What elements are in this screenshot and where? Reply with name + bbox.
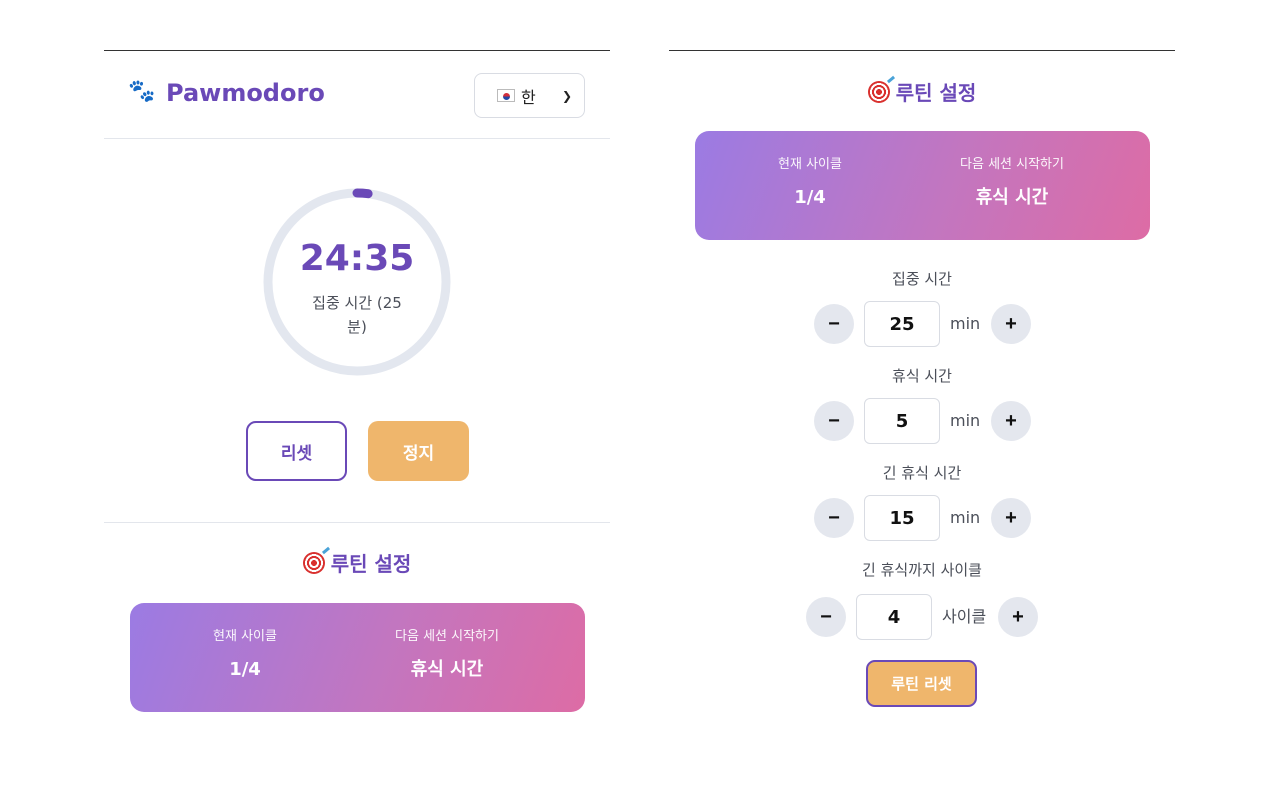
next-session-value: 휴식 시간 (975, 187, 1049, 208)
long-break-duration-input[interactable] (864, 495, 940, 541)
language-select[interactable]: 한 ❯ (474, 73, 585, 118)
current-cycle-value: 1/4 (229, 659, 261, 680)
cycles-until-long-break-label: 긴 휴식까지 사이클 (862, 561, 982, 579)
long-break-increase-button[interactable]: + (991, 498, 1031, 538)
focus-duration-label: 집중 시간 (892, 270, 952, 288)
section-divider (104, 522, 610, 523)
cycles-decrease-button[interactable]: − (806, 597, 846, 637)
timer-time: 24:35 (299, 238, 415, 279)
korea-flag-icon (497, 89, 515, 102)
language-selected-value: 한 (521, 87, 536, 107)
next-session: 다음 세션 시작하기 휴식 시간 (377, 627, 517, 683)
app-header: 🐾 Pawmodoro 한 ❯ (104, 51, 610, 139)
current-cycle-label: 현재 사이클 (778, 157, 842, 172)
break-decrease-button[interactable]: − (814, 401, 854, 441)
app-title: Pawmodoro (166, 79, 325, 107)
current-cycle: 현재 사이클 1/4 (190, 627, 300, 683)
focus-increase-button[interactable]: + (991, 304, 1031, 344)
routine-reset-button[interactable]: 루틴 리셋 (866, 660, 977, 707)
timer-panel: 🐾 Pawmodoro 한 ❯ 24:35 집중 시간 (25 분) 리셋 정지… (104, 50, 610, 750)
long-break-duration-label: 긴 휴식 시간 (882, 464, 962, 482)
break-increase-button[interactable]: + (991, 401, 1031, 441)
cycle-status-card: 현재 사이클 1/4 다음 세션 시작하기 휴식 시간 (695, 131, 1150, 240)
long-break-decrease-button[interactable]: − (814, 498, 854, 538)
routine-settings-panel: 루틴 설정 현재 사이클 1/4 다음 세션 시작하기 휴식 시간 집중 시간 … (669, 50, 1175, 750)
chevron-down-icon: ❯ (561, 89, 572, 103)
long-break-unit-label: min (950, 508, 981, 527)
cycles-input[interactable] (856, 594, 932, 640)
routine-settings-title: 루틴 설정 (669, 79, 1175, 107)
paw-icon: 🐾 (128, 79, 156, 104)
next-session-label: 다음 세션 시작하기 (960, 157, 1064, 172)
stop-button[interactable]: 정지 (368, 421, 469, 481)
cycles-unit-label: 사이클 (942, 607, 987, 626)
break-duration-label: 휴식 시간 (892, 367, 952, 385)
next-session-label: 다음 세션 시작하기 (395, 629, 499, 644)
reset-button[interactable]: 리셋 (246, 421, 347, 481)
routine-settings-title: 루틴 설정 (104, 550, 610, 578)
timer-mode-label: 집중 시간 (25 분) (312, 294, 402, 336)
current-cycle-label: 현재 사이클 (213, 629, 277, 644)
current-cycle: 현재 사이클 1/4 (755, 155, 865, 211)
timer-display: 24:35 집중 시간 (25 분) (262, 187, 452, 377)
cycle-status-card: 현재 사이클 1/4 다음 세션 시작하기 휴식 시간 (130, 603, 585, 712)
routine-title-text: 루틴 설정 (330, 552, 412, 576)
focus-decrease-button[interactable]: − (814, 304, 854, 344)
break-duration-input[interactable] (864, 398, 940, 444)
next-session-value: 휴식 시간 (410, 659, 484, 680)
next-session: 다음 세션 시작하기 휴식 시간 (942, 155, 1082, 211)
focus-unit-label: min (950, 314, 981, 333)
cycles-increase-button[interactable]: + (998, 597, 1038, 637)
target-icon (867, 81, 890, 103)
target-icon (302, 552, 325, 574)
focus-duration-input[interactable] (864, 301, 940, 347)
routine-title-text: 루틴 설정 (895, 81, 977, 105)
current-cycle-value: 1/4 (794, 187, 826, 208)
break-unit-label: min (950, 411, 981, 430)
